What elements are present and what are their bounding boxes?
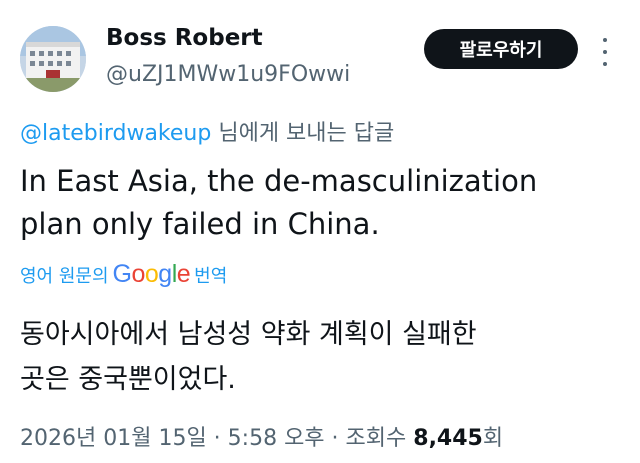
user-handle[interactable]: @uZJ1MWw1u9FOwwi [106,62,350,87]
google-letter: G [112,259,132,288]
translated-line: 동아시아에서 남성성 약화 계획이 실패한 [20,319,477,350]
tweet-meta: 2026년 01월 15일 · 5:58 오후 · 조회수 8,445회 [20,420,503,452]
google-letter: e [176,259,191,288]
translated-by-google[interactable]: 영어 원문의 Google 번역 [20,260,227,290]
tweet-line: In East Asia, the de-masculinization [20,164,538,198]
display-name[interactable]: Boss Robert [106,25,263,51]
more-vertical-icon[interactable] [600,38,610,66]
follow-button[interactable]: 팔로우하기 [424,29,578,69]
views-count: 8,445 [413,426,483,451]
translated-tweet-text: 동아시아에서 남성성 약화 계획이 실패한 곳은 중국뿐이었다. [20,312,610,402]
tweet-date[interactable]: 2026년 01월 15일 [20,426,207,451]
more-dot [603,62,607,66]
google-letter: g [158,259,172,288]
google-letter: o [144,259,159,288]
avatar[interactable] [20,26,86,92]
reply-context: @latebirdwakeup 님에게 보내는 답글 [20,115,394,147]
avatar-building-image [20,26,86,92]
translation-prefix: 영어 원문의 [20,266,109,287]
views-suffix: 회 [482,426,504,451]
translation-suffix: 번역 [194,266,228,287]
views-label: · 조회수 [324,426,414,451]
translated-line: 곳은 중국뿐이었다. [20,364,236,395]
reply-mention-link[interactable]: @latebirdwakeup [20,121,211,146]
tweet-time[interactable]: 5:58 오후 [228,426,325,451]
tweet-text: In East Asia, the de-masculinization pla… [20,160,600,246]
google-logo: Google [113,260,191,289]
tweet-line: plan only failed in China. [20,207,380,241]
reply-suffix: 님에게 보내는 답글 [211,121,395,146]
more-dot [603,38,607,42]
google-letter: o [131,259,145,288]
meta-separator: · [206,426,228,451]
more-dot [603,50,607,54]
